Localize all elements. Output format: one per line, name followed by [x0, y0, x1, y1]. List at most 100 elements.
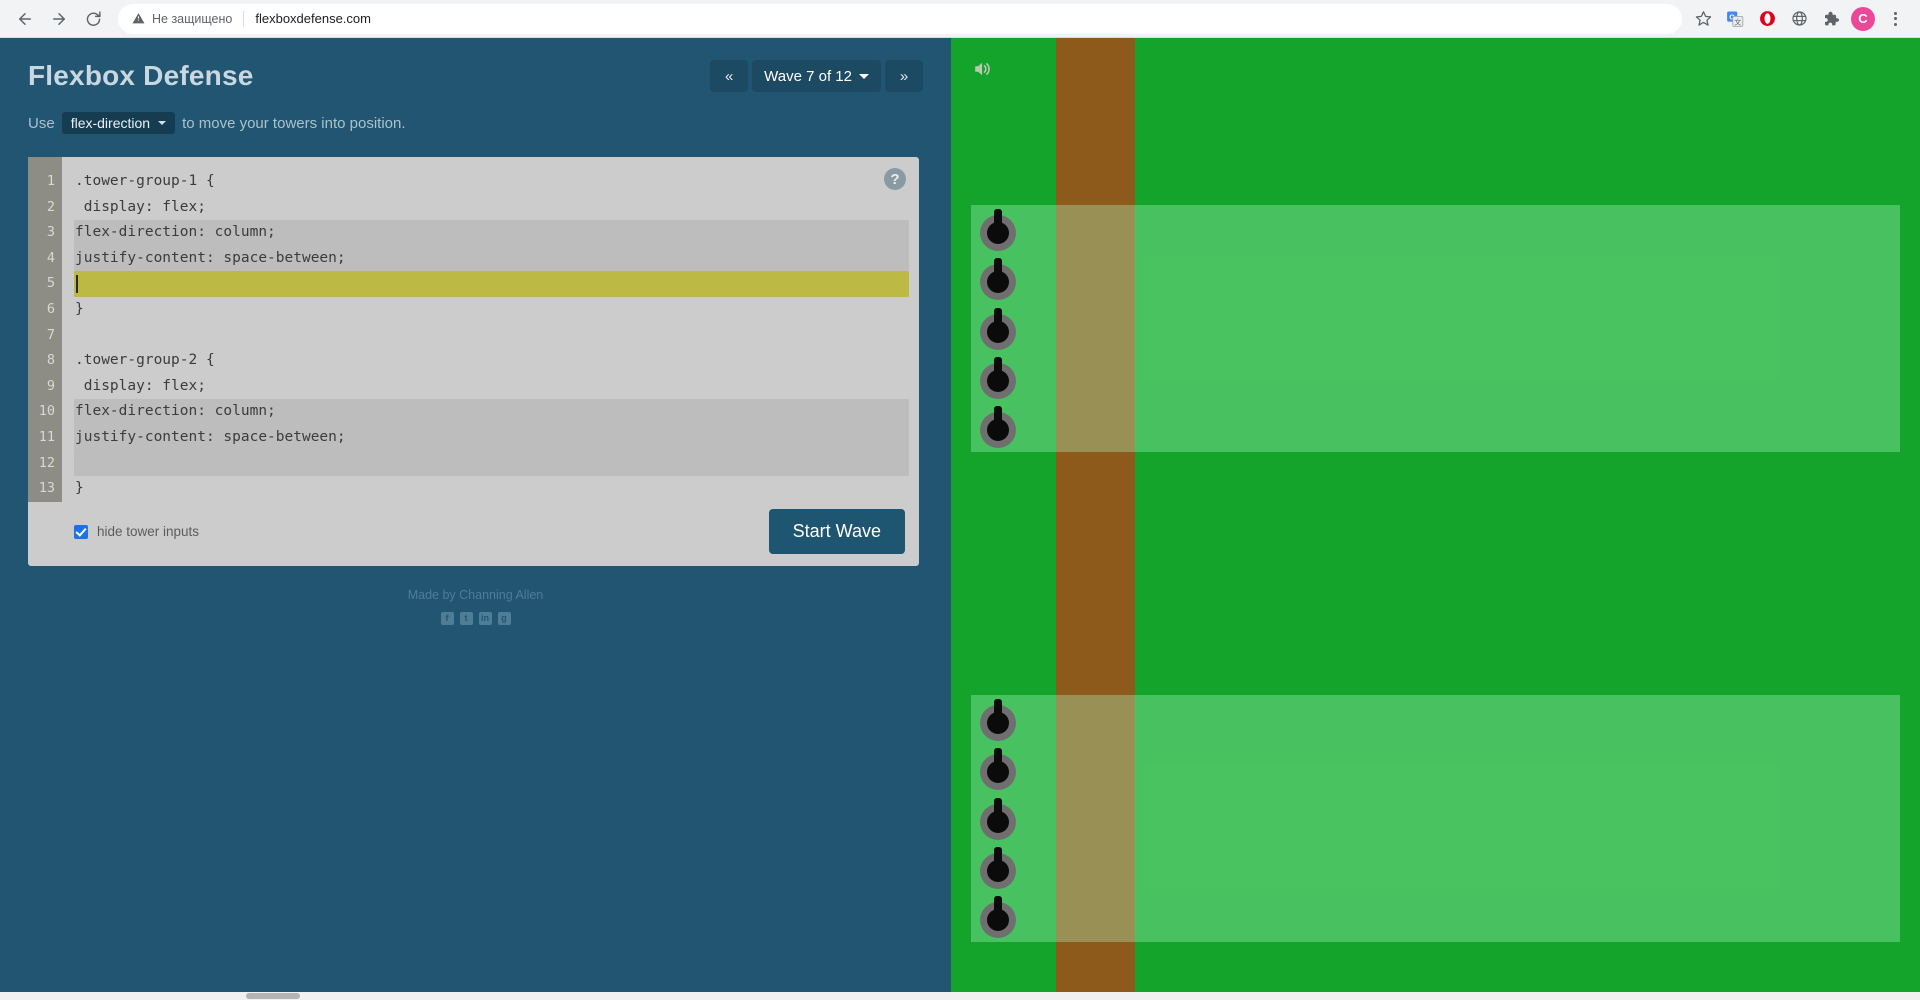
tower-core — [987, 369, 1009, 392]
address-bar[interactable]: Не защищено flexboxdefense.com — [118, 3, 1682, 34]
tower-core — [987, 712, 1009, 734]
google-translate-icon[interactable]: G文 — [1720, 4, 1750, 34]
instruction-line: Use flex-direction to move your towers i… — [28, 112, 951, 134]
tower[interactable] — [980, 307, 1022, 350]
tower-core — [987, 810, 1009, 833]
text-cursor — [76, 275, 78, 294]
not-secure-warning-icon — [132, 13, 145, 24]
tower-core — [987, 222, 1009, 244]
code-area: 1 2 3 4 5 6 7 8 9 10 11 12 13 .tower-group-1 { displ… — [28, 157, 919, 502]
credits-text: Made by Channing Allen — [407, 587, 544, 602]
next-wave-button[interactable]: » — [885, 60, 923, 92]
tower[interactable] — [980, 356, 1022, 399]
tower[interactable] — [980, 406, 1022, 448]
globe-icon[interactable] — [1784, 4, 1814, 34]
prev-wave-button[interactable]: « — [710, 60, 749, 92]
code-line-input[interactable]: flex-direction: column; — [74, 220, 909, 246]
property-selector[interactable]: flex-direction — [61, 112, 176, 134]
line-number: 12 — [38, 454, 55, 471]
code-line-static: .tower-group-2 { — [75, 352, 215, 369]
line-number: 9 — [46, 377, 55, 394]
wave-selector[interactable]: Wave 7 of 12 — [752, 60, 881, 92]
hide-tower-inputs-label: hide tower inputs — [97, 524, 200, 540]
code-line-static: display: flex; — [75, 198, 206, 215]
social-links: f t in g — [0, 611, 951, 625]
chevron-down-icon — [859, 73, 869, 79]
code-line-input[interactable] — [74, 271, 909, 297]
github-icon[interactable]: g — [497, 611, 511, 625]
line-number: 11 — [38, 428, 55, 445]
tower[interactable] — [980, 699, 1022, 741]
property-selector-label: flex-direction — [70, 115, 151, 131]
page-root: Flexbox Defense « Wave 7 of 12 » Use fle… — [0, 38, 1920, 1000]
tower[interactable] — [980, 209, 1022, 251]
browser-menu-icon[interactable] — [1880, 4, 1910, 34]
url-text: flexboxdefense.com — [255, 11, 371, 26]
wave-selector-label: Wave 7 of 12 — [764, 67, 852, 85]
opera-shield-icon[interactable] — [1752, 4, 1782, 34]
tower-core — [987, 419, 1009, 441]
twitter-icon[interactable]: t — [459, 611, 473, 625]
facebook-icon[interactable]: f — [440, 611, 454, 625]
tower-group-1 — [971, 205, 1900, 452]
avatar[interactable]: C — [1848, 4, 1878, 34]
tower[interactable] — [980, 846, 1022, 889]
line-number: 6 — [46, 300, 55, 317]
hide-tower-inputs-checkbox[interactable] — [74, 524, 88, 539]
wave-controls: « Wave 7 of 12 » — [710, 60, 923, 92]
game-field — [951, 38, 1920, 1000]
line-number: 5 — [46, 275, 55, 292]
code-line-static: } — [75, 480, 84, 497]
line-number: 1 — [46, 173, 55, 189]
tower[interactable] — [980, 258, 1022, 301]
sound-on-icon[interactable] — [971, 58, 995, 80]
tower-core — [987, 909, 1009, 931]
instruction-prefix: Use — [28, 114, 55, 132]
security-status[interactable]: Не защищено — [132, 12, 232, 26]
tower[interactable] — [980, 896, 1022, 938]
horizontal-scrollbar[interactable] — [0, 992, 1920, 1000]
three-dot-glyph — [1893, 11, 1897, 26]
css-editor: ? 1 2 3 4 5 6 7 8 9 10 11 12 13 .tower-group-1 { dis… — [28, 157, 919, 566]
tower-group-2 — [971, 695, 1900, 942]
line-number: 13 — [38, 480, 55, 497]
linkedin-icon[interactable]: in — [478, 611, 492, 625]
code-line-input[interactable]: justify-content: space-between; — [74, 424, 909, 451]
code-lines: .tower-group-1 { display: flex; flex-dire… — [62, 157, 919, 502]
line-number: 8 — [46, 352, 55, 369]
svg-text:文: 文 — [1734, 17, 1741, 26]
line-number: 2 — [46, 198, 55, 215]
reload-icon[interactable] — [76, 2, 110, 36]
tower[interactable] — [980, 748, 1022, 791]
scrollbar-thumb[interactable] — [246, 993, 300, 999]
tower-core — [987, 859, 1009, 882]
editor-footer: hide tower inputs Start Wave — [28, 502, 919, 556]
avatar-letter: C — [1851, 6, 1875, 31]
start-wave-button[interactable]: Start Wave — [768, 509, 905, 555]
code-line-input[interactable]: justify-content: space-between; — [74, 245, 909, 272]
tower-core — [987, 320, 1009, 343]
back-arrow-icon[interactable] — [8, 2, 42, 36]
extensions-puzzle-icon[interactable] — [1816, 4, 1846, 34]
line-number: 7 — [46, 326, 55, 343]
code-line-input[interactable] — [74, 450, 909, 477]
control-panel: Flexbox Defense « Wave 7 of 12 » Use fle… — [0, 38, 951, 1000]
toolbar-actions: G文 C — [1688, 4, 1912, 34]
page-title: Flexbox Defense — [28, 60, 254, 91]
line-number-gutter: 1 2 3 4 5 6 7 8 9 10 11 12 13 — [28, 157, 62, 502]
game-header: Flexbox Defense « Wave 7 of 12 » — [0, 60, 951, 92]
line-number: 10 — [38, 403, 55, 420]
tower[interactable] — [980, 797, 1022, 840]
code-line-input[interactable]: flex-direction: column; — [74, 399, 909, 425]
chevron-down-icon — [158, 121, 167, 125]
line-number: 3 — [46, 224, 55, 241]
hide-tower-inputs-toggle[interactable]: hide tower inputs — [74, 524, 199, 539]
bookmark-star-icon[interactable] — [1688, 4, 1718, 34]
browser-toolbar: Не защищено flexboxdefense.com G文 C — [0, 0, 1920, 38]
code-line-static — [62, 323, 919, 349]
instruction-suffix: to move your towers into position. — [182, 114, 406, 132]
omnibox-divider — [243, 10, 245, 27]
forward-arrow-icon[interactable] — [42, 2, 76, 36]
security-status-label: Не защищено — [152, 11, 233, 26]
code-line-static: } — [75, 300, 84, 317]
